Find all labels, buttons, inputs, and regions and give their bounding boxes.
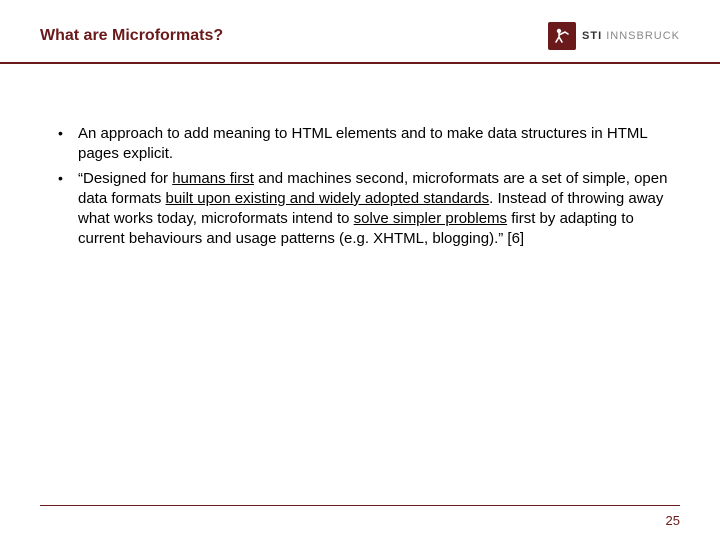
text-segment: humans first <box>172 170 254 187</box>
footer-divider <box>40 505 680 506</box>
logo-text-bold: STI <box>582 30 602 42</box>
sti-logo-icon <box>548 22 576 50</box>
logo-text: STI INNSBRUCK <box>582 30 680 42</box>
list-item: “Designed for humans first and machines … <box>50 169 670 250</box>
slide: What are Microformats? STI INNSBRUCK An … <box>0 0 720 540</box>
text-segment: “Designed for <box>78 170 172 187</box>
slide-title: What are Microformats? <box>40 27 223 45</box>
text-segment: solve simpler problems <box>354 210 507 227</box>
bullet-list: An approach to add meaning to HTML eleme… <box>50 124 670 250</box>
logo-text-light: INNSBRUCK <box>602 30 680 42</box>
text-segment: built upon existing and widely adopted s… <box>166 190 490 207</box>
list-item: An approach to add meaning to HTML eleme… <box>50 124 670 165</box>
page-number: 25 <box>666 513 680 528</box>
text-segment: An approach to add meaning to HTML eleme… <box>78 125 647 162</box>
content-area: An approach to add meaning to HTML eleme… <box>0 64 720 250</box>
header: What are Microformats? STI INNSBRUCK <box>0 0 720 50</box>
logo: STI INNSBRUCK <box>548 22 680 50</box>
